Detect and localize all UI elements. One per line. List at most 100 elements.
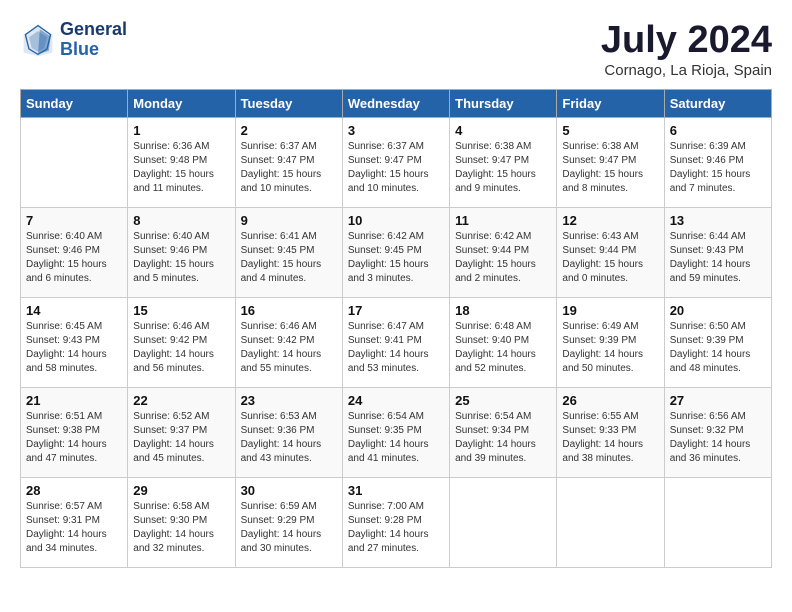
calendar-cell: 31 Sunrise: 7:00 AMSunset: 9:28 PMDayligh… xyxy=(342,477,449,567)
weekday-header-tuesday: Tuesday xyxy=(235,89,342,117)
day-info: Sunrise: 6:54 AMSunset: 9:34 PMDaylight:… xyxy=(455,410,551,466)
day-info: Sunrise: 6:48 AMSunset: 9:40 PMDaylight:… xyxy=(455,320,551,376)
logo-text: General Blue xyxy=(60,20,127,60)
logo-icon xyxy=(20,22,56,58)
calendar-cell: 8 Sunrise: 6:40 AMSunset: 9:46 PMDaylight… xyxy=(128,207,235,297)
day-info: Sunrise: 6:46 AMSunset: 9:42 PMDaylight:… xyxy=(241,320,337,376)
calendar-cell: 11 Sunrise: 6:42 AMSunset: 9:44 PMDayligh… xyxy=(450,207,557,297)
day-number: 11 xyxy=(455,213,551,228)
calendar-cell xyxy=(557,477,664,567)
calendar-cell: 12Sunrise: 6:43 AMSunset: 9:44 PMDayligh… xyxy=(557,207,664,297)
calendar-cell xyxy=(450,477,557,567)
day-number: 2 xyxy=(241,123,337,138)
calendar-table: SundayMondayTuesdayWednesdayThursdayFrid… xyxy=(20,89,772,568)
calendar-cell: 4 Sunrise: 6:38 AMSunset: 9:47 PMDaylight… xyxy=(450,117,557,207)
calendar-cell: 25Sunrise: 6:54 AMSunset: 9:34 PMDayligh… xyxy=(450,387,557,477)
day-info: Sunrise: 6:52 AMSunset: 9:37 PMDaylight:… xyxy=(133,410,229,466)
calendar-cell: 9Sunrise: 6:41 AMSunset: 9:45 PMDaylight… xyxy=(235,207,342,297)
calendar-cell: 15 Sunrise: 6:46 AMSunset: 9:42 PMDayligh… xyxy=(128,297,235,387)
day-number: 1 xyxy=(133,123,229,138)
calendar-cell: 17Sunrise: 6:47 AMSunset: 9:41 PMDayligh… xyxy=(342,297,449,387)
calendar-cell: 10 Sunrise: 6:42 AMSunset: 9:45 PMDayligh… xyxy=(342,207,449,297)
weekday-header-sunday: Sunday xyxy=(21,89,128,117)
calendar-cell: 13 Sunrise: 6:44 AMSunset: 9:43 PMDayligh… xyxy=(664,207,771,297)
day-number: 7 xyxy=(26,213,122,228)
day-number: 20 xyxy=(670,303,766,318)
day-number: 18 xyxy=(455,303,551,318)
day-info: Sunrise: 7:00 AMSunset: 9:28 PMDaylight:… xyxy=(348,500,444,556)
calendar-week-row: 21 Sunrise: 6:51 AMSunset: 9:38 PMDayligh… xyxy=(21,387,772,477)
day-number: 10 xyxy=(348,213,444,228)
calendar-cell: 6Sunrise: 6:39 AMSunset: 9:46 PMDaylight… xyxy=(664,117,771,207)
day-number: 21 xyxy=(26,393,122,408)
calendar-cell: 30 Sunrise: 6:59 AMSunset: 9:29 PMDayligh… xyxy=(235,477,342,567)
day-number: 15 xyxy=(133,303,229,318)
day-info: Sunrise: 6:39 AMSunset: 9:46 PMDaylight:… xyxy=(670,140,766,196)
day-number: 12 xyxy=(562,213,658,228)
day-info: Sunrise: 6:54 AMSunset: 9:35 PMDaylight:… xyxy=(348,410,444,466)
day-info: Sunrise: 6:38 AMSunset: 9:47 PMDaylight:… xyxy=(455,140,551,196)
day-number: 22 xyxy=(133,393,229,408)
day-number: 8 xyxy=(133,213,229,228)
day-info: Sunrise: 6:51 AMSunset: 9:38 PMDaylight:… xyxy=(26,410,122,466)
day-number: 16 xyxy=(241,303,337,318)
title-block: July 2024 Cornago, La Rioja, Spain xyxy=(601,20,772,79)
calendar-cell: 20Sunrise: 6:50 AMSunset: 9:39 PMDayligh… xyxy=(664,297,771,387)
calendar-week-row: 14 Sunrise: 6:45 AMSunset: 9:43 PMDayligh… xyxy=(21,297,772,387)
calendar-cell: 26 Sunrise: 6:55 AMSunset: 9:33 PMDayligh… xyxy=(557,387,664,477)
day-info: Sunrise: 6:40 AMSunset: 9:46 PMDaylight:… xyxy=(133,230,229,286)
day-info: Sunrise: 6:42 AMSunset: 9:44 PMDaylight:… xyxy=(455,230,551,286)
day-info: Sunrise: 6:38 AMSunset: 9:47 PMDaylight:… xyxy=(562,140,658,196)
day-info: Sunrise: 6:44 AMSunset: 9:43 PMDaylight:… xyxy=(670,230,766,286)
weekday-header-thursday: Thursday xyxy=(450,89,557,117)
page-header: General Blue July 2024 Cornago, La Rioja… xyxy=(20,20,772,79)
day-info: Sunrise: 6:49 AMSunset: 9:39 PMDaylight:… xyxy=(562,320,658,376)
calendar-cell: 22 Sunrise: 6:52 AMSunset: 9:37 PMDayligh… xyxy=(128,387,235,477)
day-info: Sunrise: 6:58 AMSunset: 9:30 PMDaylight:… xyxy=(133,500,229,556)
day-info: Sunrise: 6:36 AMSunset: 9:48 PMDaylight:… xyxy=(133,140,229,196)
day-info: Sunrise: 6:42 AMSunset: 9:45 PMDaylight:… xyxy=(348,230,444,286)
day-number: 29 xyxy=(133,483,229,498)
day-number: 13 xyxy=(670,213,766,228)
calendar-cell: 7Sunrise: 6:40 AMSunset: 9:46 PMDaylight… xyxy=(21,207,128,297)
day-number: 31 xyxy=(348,483,444,498)
day-info: Sunrise: 6:59 AMSunset: 9:29 PMDaylight:… xyxy=(241,500,337,556)
day-info: Sunrise: 6:45 AMSunset: 9:43 PMDaylight:… xyxy=(26,320,122,376)
day-info: Sunrise: 6:53 AMSunset: 9:36 PMDaylight:… xyxy=(241,410,337,466)
calendar-week-row: 7 Sunrise: 6:40 AMSunset: 9:46 PMDaylight… xyxy=(21,207,772,297)
calendar-cell: 1 Sunrise: 6:36 AMSunset: 9:48 PMDaylight… xyxy=(128,117,235,207)
location: Cornago, La Rioja, Spain xyxy=(601,62,772,79)
calendar-cell: 14 Sunrise: 6:45 AMSunset: 9:43 PMDayligh… xyxy=(21,297,128,387)
logo: General Blue xyxy=(20,20,127,60)
day-info: Sunrise: 6:37 AMSunset: 9:47 PMDaylight:… xyxy=(348,140,444,196)
day-number: 14 xyxy=(26,303,122,318)
day-info: Sunrise: 6:37 AMSunset: 9:47 PMDaylight:… xyxy=(241,140,337,196)
day-number: 26 xyxy=(562,393,658,408)
weekday-header-monday: Monday xyxy=(128,89,235,117)
calendar-cell xyxy=(664,477,771,567)
calendar-cell: 5Sunrise: 6:38 AMSunset: 9:47 PMDaylight… xyxy=(557,117,664,207)
day-number: 4 xyxy=(455,123,551,138)
day-number: 30 xyxy=(241,483,337,498)
calendar-cell: 28 Sunrise: 6:57 AMSunset: 9:31 PMDayligh… xyxy=(21,477,128,567)
calendar-cell: 23 Sunrise: 6:53 AMSunset: 9:36 PMDayligh… xyxy=(235,387,342,477)
weekday-header-wednesday: Wednesday xyxy=(342,89,449,117)
calendar-cell: 18 Sunrise: 6:48 AMSunset: 9:40 PMDayligh… xyxy=(450,297,557,387)
calendar-cell: 24Sunrise: 6:54 AMSunset: 9:35 PMDayligh… xyxy=(342,387,449,477)
calendar-week-row: 1 Sunrise: 6:36 AMSunset: 9:48 PMDaylight… xyxy=(21,117,772,207)
calendar-cell: 19 Sunrise: 6:49 AMSunset: 9:39 PMDayligh… xyxy=(557,297,664,387)
day-info: Sunrise: 6:55 AMSunset: 9:33 PMDaylight:… xyxy=(562,410,658,466)
calendar-cell xyxy=(21,117,128,207)
day-number: 28 xyxy=(26,483,122,498)
month-title: July 2024 xyxy=(601,20,772,62)
day-number: 27 xyxy=(670,393,766,408)
day-number: 17 xyxy=(348,303,444,318)
day-info: Sunrise: 6:46 AMSunset: 9:42 PMDaylight:… xyxy=(133,320,229,376)
calendar-cell: 27Sunrise: 6:56 AMSunset: 9:32 PMDayligh… xyxy=(664,387,771,477)
day-info: Sunrise: 6:57 AMSunset: 9:31 PMDaylight:… xyxy=(26,500,122,556)
day-number: 23 xyxy=(241,393,337,408)
calendar-week-row: 28 Sunrise: 6:57 AMSunset: 9:31 PMDayligh… xyxy=(21,477,772,567)
day-number: 19 xyxy=(562,303,658,318)
calendar-cell: 16 Sunrise: 6:46 AMSunset: 9:42 PMDayligh… xyxy=(235,297,342,387)
day-number: 3 xyxy=(348,123,444,138)
